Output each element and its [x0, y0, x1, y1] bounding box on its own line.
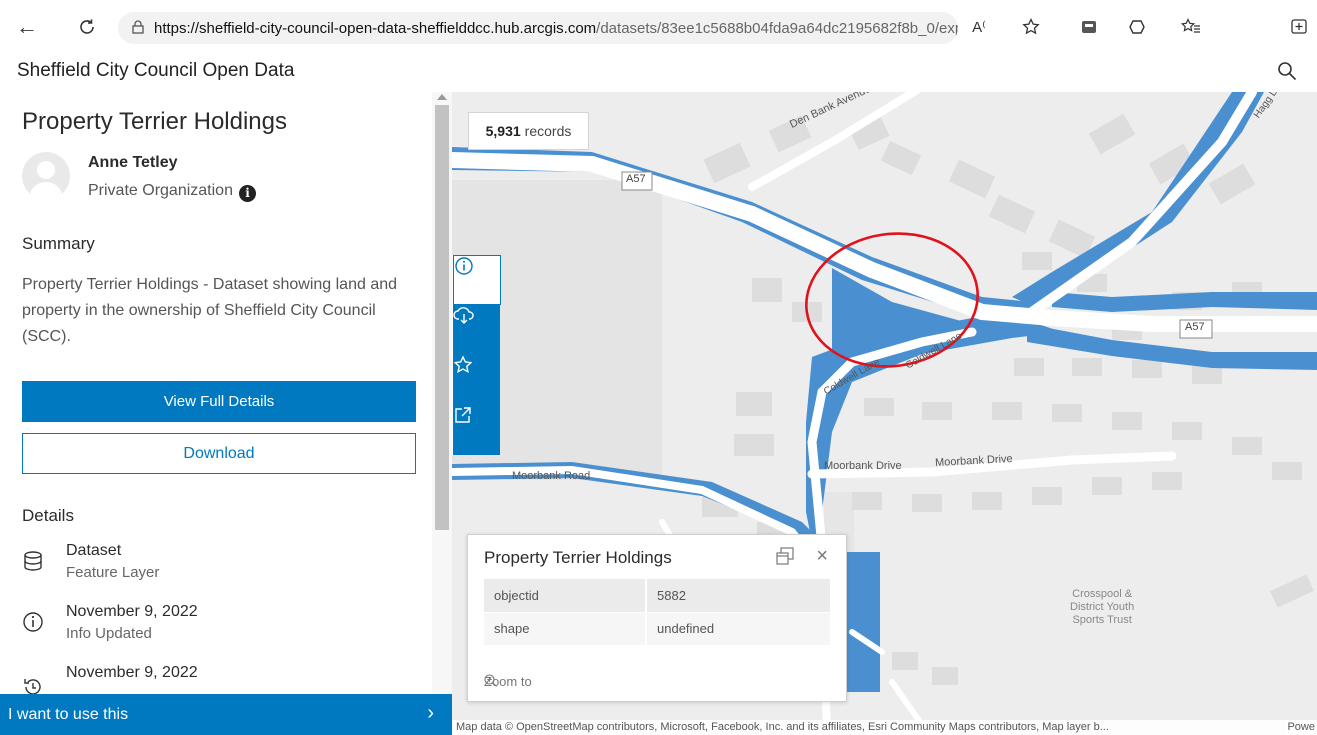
detail-item-type: Dataset Feature Layer: [22, 542, 422, 588]
feature-popup: Property Terrier Holdings × objectid 588…: [467, 534, 847, 702]
poi-label-line: District Youth: [1070, 601, 1135, 613]
favorites-icon[interactable]: [1180, 16, 1202, 38]
road-label: Moorbank Drive: [824, 460, 902, 472]
address-bar[interactable]: https://sheffield-city-council-open-data…: [118, 12, 958, 44]
zoom-in-icon: [484, 674, 497, 687]
map-attribution: Map data © OpenStreetMap contributors, M…: [452, 720, 1317, 735]
road-shield-label: A57: [626, 173, 646, 185]
attribute-value: 5882: [646, 579, 830, 613]
download-tool-button[interactable]: [453, 305, 501, 355]
summary-heading: Summary: [22, 234, 95, 253]
attribution-text: Map data © OpenStreetMap contributors, M…: [456, 721, 1109, 733]
detail-main: November 9, 2022: [66, 603, 198, 620]
attribute-value: undefined: [646, 612, 830, 646]
database-icon: [22, 550, 44, 572]
share-tool-button[interactable]: [453, 405, 501, 455]
read-aloud-icon[interactable]: A⁽: [968, 16, 990, 38]
refresh-icon[interactable]: [74, 14, 100, 40]
scroll-up-arrow[interactable]: [437, 94, 447, 100]
attribute-key: shape: [484, 612, 647, 646]
owner-type: Private Organization i: [88, 182, 256, 202]
road-label: Moorbank Road: [512, 470, 591, 482]
info-icon[interactable]: i: [238, 185, 256, 202]
owner-type-label: Private Organization: [88, 182, 233, 199]
detail-sub: Info Updated: [66, 625, 152, 642]
records-count-badge: 5,931 records: [468, 112, 589, 150]
poi-label: Crosspool & District Youth Sports Trust: [1070, 588, 1134, 627]
avatar: [22, 152, 70, 200]
share-icon: [455, 407, 471, 423]
url-path: /datasets/83ee1c5688b04fda9a64dc2195682f…: [596, 19, 958, 37]
zoom-to-button[interactable]: Zoom to: [484, 674, 532, 689]
road-shield-label: A57: [1185, 321, 1205, 333]
download-button[interactable]: Download: [22, 433, 416, 474]
search-icon[interactable]: [1277, 61, 1299, 83]
detail-main: Dataset: [66, 542, 122, 559]
copilot-icon[interactable]: [1126, 16, 1148, 38]
dataset-sidebar: Property Terrier Holdings Anne Tetley Pr…: [0, 92, 452, 735]
detail-sub: Feature Layer: [66, 564, 160, 581]
chevron-right-icon: ›: [427, 702, 434, 724]
use-bar-label: I want to use this: [8, 705, 129, 723]
records-count: 5,931: [485, 123, 521, 139]
back-icon[interactable]: ←: [14, 14, 40, 40]
poi-label-line: Crosspool &: [1072, 588, 1133, 600]
browser-toolbar: ← https://sheffield-city-council-open-da…: [0, 0, 1317, 54]
records-label: records: [524, 123, 572, 139]
powered-by-link[interactable]: Powe: [1285, 720, 1317, 735]
site-title[interactable]: Sheffield City Council Open Data: [17, 60, 294, 82]
attribute-key: objectid: [484, 579, 647, 613]
i-want-to-use-this-bar[interactable]: I want to use this ›: [0, 694, 452, 735]
popup-title: Property Terrier Holdings: [484, 548, 672, 567]
info-tool-button[interactable]: [453, 255, 501, 305]
owner-name[interactable]: Anne Tetley: [88, 154, 178, 172]
detail-main: November 9, 2022: [66, 664, 198, 681]
favorite-tool-button[interactable]: [453, 355, 501, 405]
detail-item-updated: November 9, 2022 Info Updated: [22, 603, 422, 649]
table-row: objectid 5882: [484, 579, 830, 613]
map-toolbar: [452, 255, 501, 455]
cloud-download-icon: [453, 307, 474, 324]
dataset-title: Property Terrier Holdings: [22, 108, 287, 135]
lock-icon: [132, 19, 144, 37]
details-heading: Details: [22, 506, 74, 525]
extension-icon[interactable]: [1078, 16, 1100, 38]
collections-icon[interactable]: [1288, 16, 1310, 38]
table-row: shape undefined: [484, 612, 830, 646]
info-icon: [455, 257, 473, 275]
popup-attributes-table: objectid 5882 shape undefined: [484, 579, 830, 646]
poi-label-line: Sports Trust: [1072, 614, 1132, 626]
view-full-details-button[interactable]: View Full Details: [22, 381, 416, 422]
info-icon: [22, 611, 44, 633]
favorite-add-icon[interactable]: [1020, 16, 1042, 38]
summary-text: Property Terrier Holdings - Dataset show…: [22, 276, 398, 345]
close-icon[interactable]: ×: [816, 545, 828, 568]
url-host: https://sheffield-city-council-open-data…: [154, 19, 597, 37]
map-view[interactable]: Den Bank Avenue A57 A57 Coldwell Lane Co…: [452, 92, 1317, 735]
dock-icon[interactable]: [776, 547, 794, 565]
star-icon: [453, 355, 473, 374]
scrollbar-thumb[interactable]: [435, 105, 449, 530]
site-header: Sheffield City Council Open Data: [0, 54, 1317, 92]
